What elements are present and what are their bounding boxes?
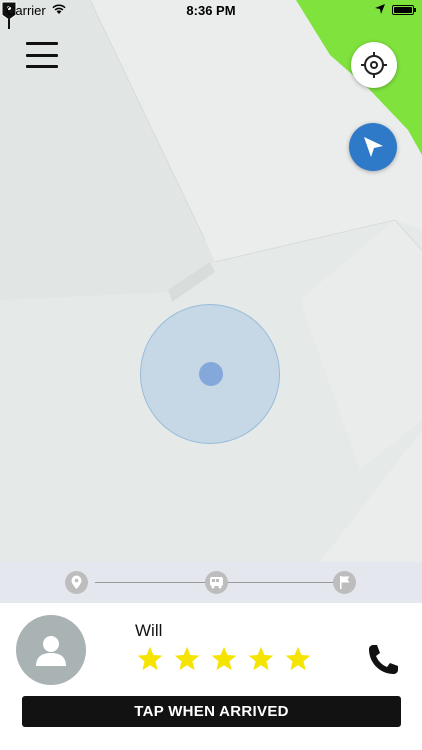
navigate-button[interactable]	[349, 123, 397, 171]
person-silhouette-icon	[36, 636, 66, 666]
step-pickup	[65, 571, 88, 594]
locate-me-button[interactable]	[351, 42, 397, 88]
call-button[interactable]	[365, 643, 403, 677]
clock: 8:36 PM	[186, 3, 236, 18]
star-icon	[174, 646, 200, 671]
star-icon	[248, 646, 274, 671]
location-arrow-icon	[375, 4, 385, 14]
trip-progress	[0, 562, 422, 603]
phone-icon	[369, 645, 398, 674]
hamburger-icon	[26, 42, 58, 45]
status-bar: Carrier 8:36 PM	[0, 0, 422, 22]
step-in-transit	[205, 571, 228, 594]
driver-name: Will	[135, 621, 163, 640]
driver-rating	[136, 645, 312, 673]
avatar	[16, 615, 86, 685]
star-icon	[285, 646, 311, 671]
tap-when-arrived-button[interactable]: TAP WHEN ARRIVED	[22, 696, 401, 727]
step-dropoff	[333, 571, 356, 594]
bus-icon	[210, 577, 223, 589]
star-icon	[211, 646, 237, 671]
battery-icon	[392, 5, 416, 15]
map-pin-icon	[71, 575, 82, 589]
menu-button[interactable]	[26, 42, 58, 68]
finish-flag-icon	[340, 576, 350, 589]
star-icon	[137, 646, 163, 671]
map-view[interactable]	[0, 0, 422, 562]
current-location-dot	[199, 362, 223, 386]
driver-card: Will TAP WHEN ARRIVED	[0, 603, 422, 750]
map-tiles	[0, 0, 422, 562]
crosshair-icon	[361, 52, 387, 78]
navigation-arrow-icon	[364, 137, 383, 157]
